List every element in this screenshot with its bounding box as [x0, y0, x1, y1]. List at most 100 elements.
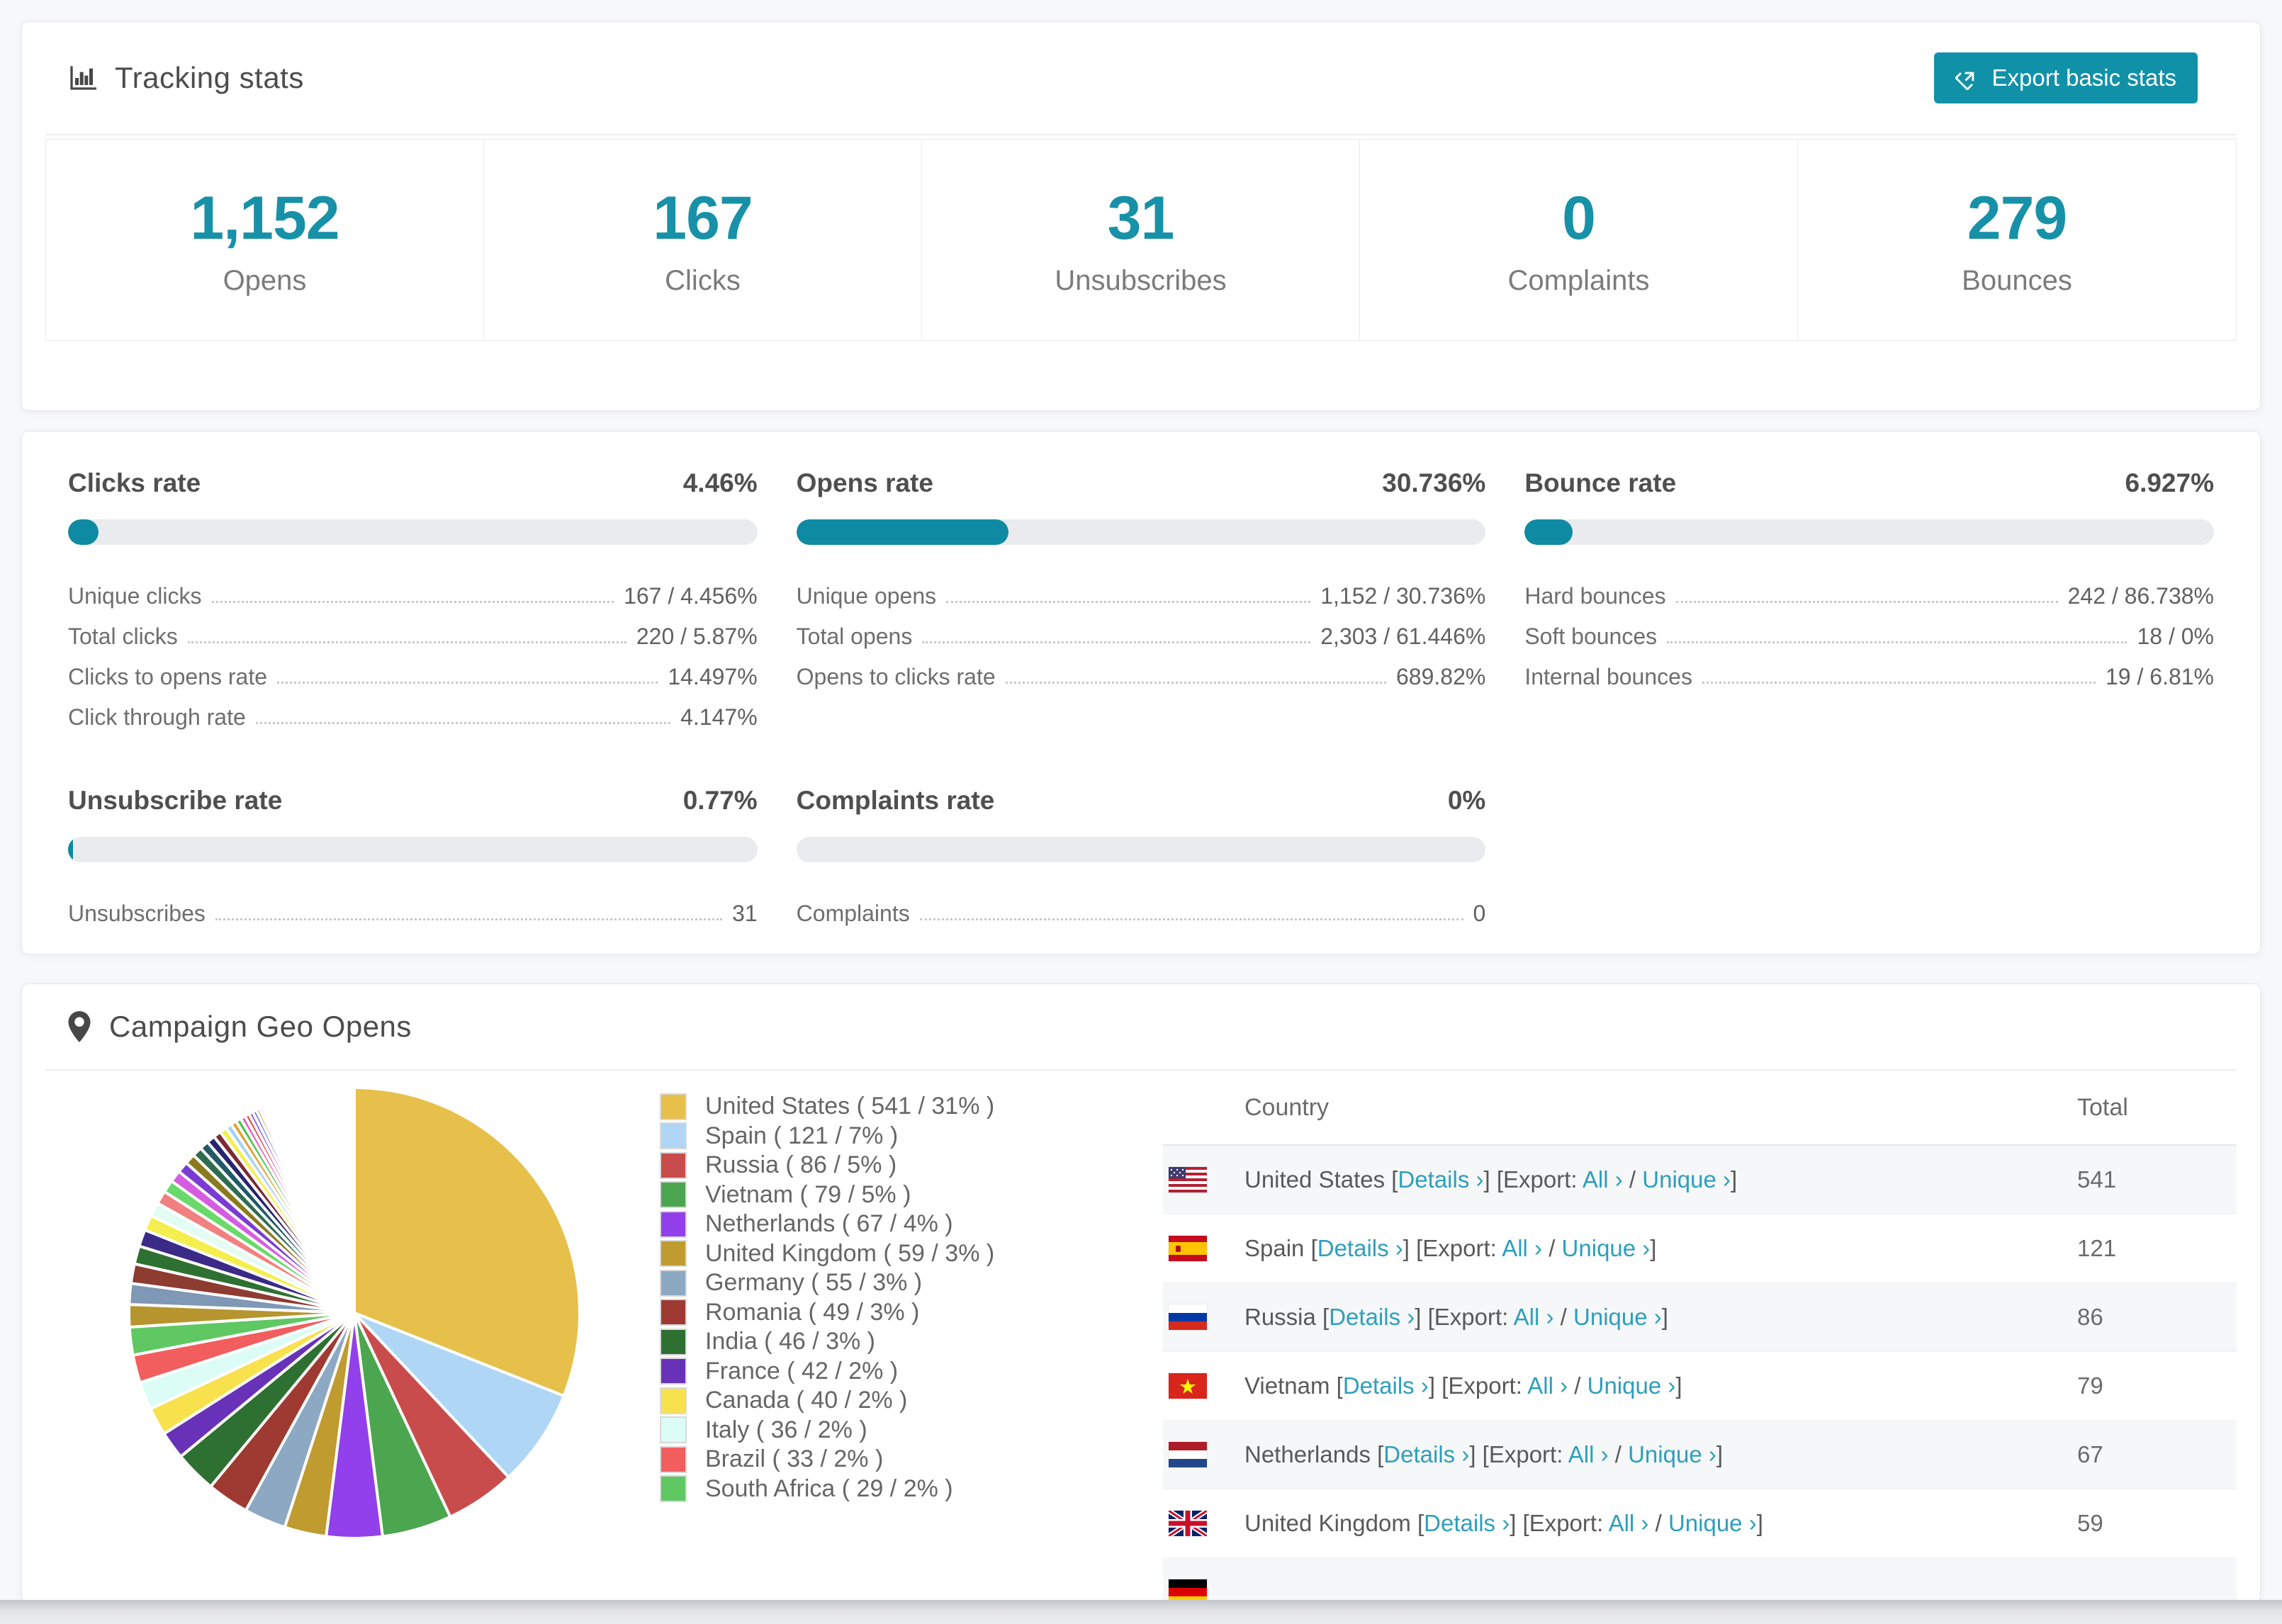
rate-head: Unsubscribe rate 0.77%: [68, 786, 758, 816]
legend-item: Brazil ( 33 / 2% ): [660, 1445, 994, 1474]
country-export-all-link[interactable]: All ›: [1527, 1372, 1568, 1399]
detail-row: Opens to clicks rate 689.82%: [797, 650, 1486, 690]
rate-head: Clicks rate 4.46%: [68, 468, 758, 498]
country-export-all-link[interactable]: All ›: [1568, 1441, 1609, 1467]
country-export-unique-link[interactable]: Unique ›: [1642, 1166, 1731, 1192]
export-button-label: Export basic stats: [1991, 64, 2176, 91]
detail-row: Clicks to opens rate 14.497%: [68, 650, 758, 690]
progress-bar-track: [68, 519, 758, 545]
stat-cell-bounces: 279 Bounces: [1798, 140, 2236, 340]
detail-value: 31: [732, 901, 758, 926]
export-icon: [1955, 66, 1979, 90]
legend-label: Netherlands ( 67 / 4% ): [705, 1210, 953, 1238]
stat-value: 279: [1967, 184, 2067, 252]
stat-value: 1,152: [190, 184, 339, 252]
rate-title: Opens rate: [796, 468, 933, 497]
legend-label: Germany ( 55 / 3% ): [705, 1269, 923, 1297]
detail-value: 689.82%: [1396, 664, 1486, 689]
country-cell: Vietnam [Details ›] [Export: All › / Uni…: [1244, 1372, 1682, 1399]
country-details-link[interactable]: Details ›: [1317, 1235, 1403, 1261]
detail-label: Soft bounces: [1524, 624, 1658, 649]
flag-icon-es: [1169, 1236, 1207, 1261]
dotted-leader: [187, 641, 626, 643]
detail-label: Opens to clicks rate: [796, 664, 996, 689]
legend-item: South Africa ( 29 / 2% ): [660, 1474, 994, 1504]
rate-detail-rows: Hard bounces 242 / 86.738% Soft bounces 18 …: [1524, 569, 2214, 690]
dotted-leader: [946, 601, 1311, 603]
progress-bar-track: [796, 837, 1486, 862]
column-header-country: Country: [1244, 1093, 1330, 1121]
legend-label: Italy ( 36 / 2% ): [705, 1416, 867, 1443]
rate-block-clicks-rate: Clicks rate 4.46% Unique clicks 167 / 4.456…: [68, 468, 758, 731]
stat-value: 31: [1107, 184, 1175, 252]
flag-icon-vn: [1169, 1373, 1207, 1399]
map-pin-icon: [68, 1011, 91, 1042]
dotted-leader: [1005, 682, 1386, 684]
country-export-all-link[interactable]: All ›: [1609, 1510, 1649, 1536]
geo-section-title: Campaign Geo Opens: [109, 1010, 412, 1043]
legend-label: Romania ( 49 / 3% ): [705, 1298, 920, 1326]
rate-block-opens-rate: Opens rate 30.736% Unique opens 1,152 / 30.…: [796, 468, 1486, 731]
flag-icon-gb: [1169, 1511, 1207, 1536]
rate-detail-rows: Unique opens 1,152 / 30.736% Total opens 2,…: [797, 569, 1486, 690]
detail-row: Unsubscribes 31: [68, 886, 758, 927]
detail-row: Total opens 2,303 / 61.446%: [797, 609, 1486, 650]
campaign-geo-opens-card: Campaign Geo Opens United States ( 541 /…: [21, 983, 2261, 1603]
export-basic-stats-button[interactable]: Export basic stats: [1933, 52, 2198, 103]
total-cell: 541: [2077, 1166, 2117, 1192]
legend-color-swatch: [660, 1151, 687, 1179]
country-export-all-link[interactable]: All ›: [1514, 1304, 1554, 1330]
legend-color-swatch: [660, 1181, 687, 1209]
country-details-link[interactable]: Details ›: [1343, 1372, 1429, 1399]
country-details-link[interactable]: Details ›: [1329, 1304, 1415, 1330]
country-export-all-link[interactable]: All ›: [1583, 1166, 1623, 1192]
flag-icon-nl: [1169, 1442, 1207, 1467]
legend-color-swatch: [660, 1328, 687, 1355]
dotted-leader: [211, 601, 614, 603]
country-details-link[interactable]: Details ›: [1383, 1441, 1469, 1467]
flag-icon-us: [1169, 1167, 1207, 1192]
country-export-unique-link[interactable]: Unique ›: [1573, 1304, 1662, 1330]
dotted-leader: [919, 918, 1463, 920]
progress-bar-track: [1524, 519, 2214, 545]
country-details-link[interactable]: Details ›: [1424, 1510, 1510, 1536]
detail-label: Unique opens: [796, 583, 937, 609]
legend-item: Romania ( 49 / 3% ): [660, 1298, 994, 1328]
table-row: [1163, 1558, 2237, 1602]
detail-row: Internal bounces 19 / 6.81%: [1524, 650, 2214, 690]
table-row: Netherlands [Details ›] [Export: All › /…: [1163, 1421, 2237, 1489]
total-cell: 121: [2077, 1235, 2117, 1261]
legend-color-swatch: [660, 1210, 687, 1238]
column-header-total: Total: [2077, 1093, 2128, 1121]
legend-label: United States ( 541 / 31% ): [705, 1093, 995, 1120]
total-cell: 79: [2077, 1372, 2103, 1399]
detail-label: Total opens: [796, 624, 913, 649]
dotted-leader: [922, 641, 1311, 643]
rate-block-bounce-rate: Bounce rate 6.927% Hard bounces 242 / 86.73…: [1524, 468, 2214, 731]
detail-row: Hard bounces 242 / 86.738%: [1524, 569, 2214, 609]
geo-pie-chart: [125, 1083, 584, 1543]
tracking-stats-card: Tracking stats Export basic stats 1,152 O…: [21, 21, 2261, 411]
legend-color-swatch: [660, 1358, 687, 1385]
detail-label: Hard bounces: [1524, 583, 1666, 609]
country-export-unique-link[interactable]: Unique ›: [1628, 1441, 1716, 1467]
detail-label: Internal bounces: [1524, 664, 1692, 689]
total-cell: 86: [2077, 1304, 2103, 1330]
country-export-all-link[interactable]: All ›: [1502, 1235, 1542, 1261]
legend-color-swatch: [660, 1240, 687, 1268]
detail-row: Complaints 0: [797, 886, 1486, 927]
country-export-unique-link[interactable]: Unique ›: [1587, 1372, 1676, 1399]
legend-color-swatch: [660, 1445, 687, 1473]
legend-item: Spain ( 121 / 7% ): [660, 1122, 994, 1151]
table-row: Vietnam [Details ›] [Export: All › / Uni…: [1163, 1352, 2237, 1421]
detail-row: Soft bounces 18 / 0%: [1524, 609, 2214, 650]
country-cell: United Kingdom [Details ›] [Export: All …: [1244, 1510, 1763, 1536]
stat-cell-opens: 1,152 Opens: [46, 140, 484, 340]
country-details-link[interactable]: Details ›: [1398, 1166, 1483, 1192]
country-export-unique-link[interactable]: Unique ›: [1562, 1235, 1651, 1261]
progress-bar-track: [796, 519, 1486, 545]
country-export-unique-link[interactable]: Unique ›: [1668, 1510, 1757, 1536]
legend-item: Vietnam ( 79 / 5% ): [660, 1180, 994, 1210]
stat-label: Clicks: [665, 264, 741, 296]
rate-title: Bounce rate: [1524, 468, 1677, 497]
